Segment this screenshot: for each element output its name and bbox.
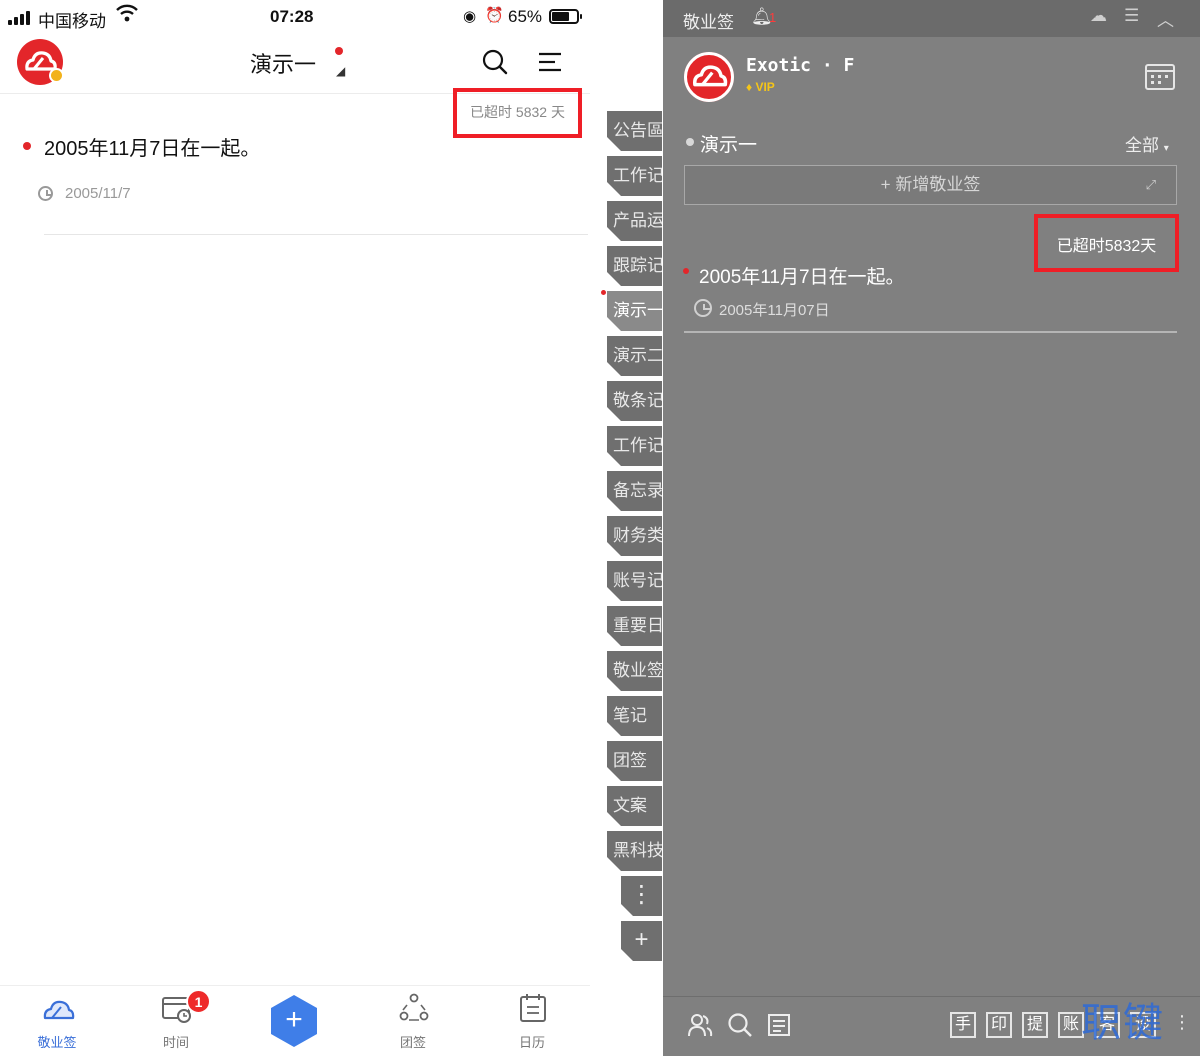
side-tab[interactable]: 敬条记 <box>607 381 662 421</box>
tab-label: 敬业签 <box>37 1035 77 1050</box>
user-name: Exotic · F <box>746 55 855 76</box>
alarm-icon: ⏰ <box>485 7 504 24</box>
tab-jingyeqian[interactable]: 敬业签 <box>17 990 97 1050</box>
side-tab[interactable]: 公告區 <box>607 111 662 151</box>
battery-icon <box>549 9 582 24</box>
side-tab[interactable]: 产品运 <box>607 201 662 241</box>
overdue-label: 已超时5832天 <box>1056 238 1157 255</box>
note-text[interactable]: 2005年11月7日在一起。 <box>699 262 905 289</box>
caret-down-icon: ▾ <box>1163 143 1169 154</box>
cloud-icon <box>43 1000 75 1020</box>
side-tab[interactable]: 重要日 <box>607 606 662 646</box>
tab-label: 日历 <box>518 1035 545 1050</box>
clock-icon <box>38 186 53 201</box>
tab-calendar[interactable]: 日历 <box>492 990 572 1050</box>
add-button[interactable]: + <box>269 994 319 1048</box>
list-icon[interactable]: ☰ <box>1124 6 1139 26</box>
add-tab-button[interactable]: + <box>621 921 662 961</box>
carrier-label: 中国移动 <box>38 12 106 31</box>
app-name: 敬业签 <box>683 13 734 32</box>
tab-team[interactable]: 团签 <box>373 990 453 1050</box>
notes-icon[interactable] <box>766 1012 792 1038</box>
search-icon[interactable] <box>482 49 508 75</box>
side-tab-active[interactable]: 演示一 <box>607 291 662 331</box>
filter-label: 全部 <box>1125 136 1159 155</box>
status-bar: 中国移动 07:28 ◉ ⏰ 65% <box>0 0 590 34</box>
filter-dropdown[interactable]: 全部 ▾ <box>1125 131 1169 156</box>
side-tab[interactable]: 演示二 <box>607 336 662 376</box>
note-text[interactable]: 2005年11月7日在一起。 <box>44 132 260 161</box>
group-dot <box>686 138 694 146</box>
page-title[interactable]: 演示一 <box>250 47 316 79</box>
overdue-highlight: 已超时5832天 <box>1034 214 1179 272</box>
side-tab[interactable]: 账号记 <box>607 561 662 601</box>
watermark-logo: 职键号 <box>1081 1000 1165 1046</box>
note-divider <box>44 234 588 235</box>
side-tab[interactable]: 跟踪记 <box>607 246 662 286</box>
notification-badge: 1 <box>186 989 211 1014</box>
note-bullet <box>683 268 689 274</box>
tab-label: 时间 <box>162 1035 189 1050</box>
note-divider <box>684 331 1177 333</box>
calendar-icon <box>520 994 546 1022</box>
new-note-label: + 新增敬业签 <box>880 175 981 194</box>
note-bullet <box>23 142 31 150</box>
note-date: 2005年11月07日 <box>719 302 830 319</box>
vip-label: VIP <box>755 80 775 94</box>
print-button[interactable]: 印 <box>986 1012 1012 1038</box>
side-tab[interactable]: 备忘录 <box>607 471 662 511</box>
overdue-highlight: 已超时 5832 天 <box>453 88 582 138</box>
tab-label: 团签 <box>399 1035 426 1050</box>
signal-icon <box>8 11 30 25</box>
side-tab[interactable]: 工作记 <box>607 426 662 466</box>
expand-icon[interactable]: ⤢ <box>1146 166 1156 204</box>
side-tab[interactable]: 文案 <box>607 786 662 826</box>
note-date: 2005/11/7 <box>65 185 131 202</box>
plus-icon: + <box>285 1003 303 1036</box>
bell-count: 1 <box>769 10 777 25</box>
collapse-icon[interactable]: ︿ <box>1157 6 1174 31</box>
side-tab[interactable]: 黑科技 <box>607 831 662 871</box>
search-icon[interactable] <box>727 1012 753 1038</box>
diamond-icon: ♦ <box>746 80 753 94</box>
verified-icon <box>49 68 64 83</box>
handwriting-button[interactable]: 手 <box>950 1012 976 1038</box>
desktop-widget: 敬业签 🔔︎ 1 ☁︎ ☰ ︿ Exotic · F ♦ VIP 演示一 全部 … <box>663 0 1200 1056</box>
menu-icon[interactable] <box>538 52 562 72</box>
vip-badge: ♦ VIP <box>746 80 775 94</box>
clock-icon <box>694 299 712 317</box>
reminder-button[interactable]: 提 <box>1022 1012 1048 1038</box>
app-logo[interactable] <box>17 39 64 85</box>
tabbar-divider <box>0 985 590 986</box>
unread-dot <box>335 47 343 55</box>
avatar-ring <box>684 52 734 102</box>
user-avatar[interactable] <box>684 52 734 102</box>
title-bar: 敬业签 🔔︎ 1 ☁︎ ☰ ︿ <box>663 0 1200 37</box>
side-tab[interactable]: 工作记 <box>607 156 662 196</box>
rotation-lock-icon: ◉ <box>463 8 477 25</box>
active-tab-dot <box>601 290 606 295</box>
side-tab[interactable]: 财务类 <box>607 516 662 556</box>
dropdown-caret-icon[interactable]: ◢ <box>336 64 345 78</box>
more-tabs-button[interactable]: ⋮ <box>621 876 662 916</box>
side-tab[interactable]: 团签 <box>607 741 662 781</box>
side-tab[interactable]: 敬业签 <box>607 651 662 691</box>
contacts-icon[interactable] <box>687 1012 713 1038</box>
group-name: 演示一 <box>700 135 758 156</box>
calendar-icon[interactable] <box>1144 61 1176 91</box>
cloud-sync-icon[interactable]: ☁︎ <box>1090 6 1107 26</box>
team-icon <box>399 993 429 1021</box>
status-time: 07:28 <box>270 7 314 26</box>
side-tab[interactable]: 笔记 <box>607 696 662 736</box>
battery-percent: 65% <box>508 7 543 26</box>
phone-screen: 中国移动 07:28 ◉ ⏰ 65% 演示一 ◢ 已超时 5832 天 2005… <box>0 0 590 1056</box>
overdue-label: 已超时 5832 天 <box>470 104 565 120</box>
wifi-icon <box>116 4 138 27</box>
new-note-button[interactable]: + 新增敬业签 ⤢ <box>684 165 1177 205</box>
